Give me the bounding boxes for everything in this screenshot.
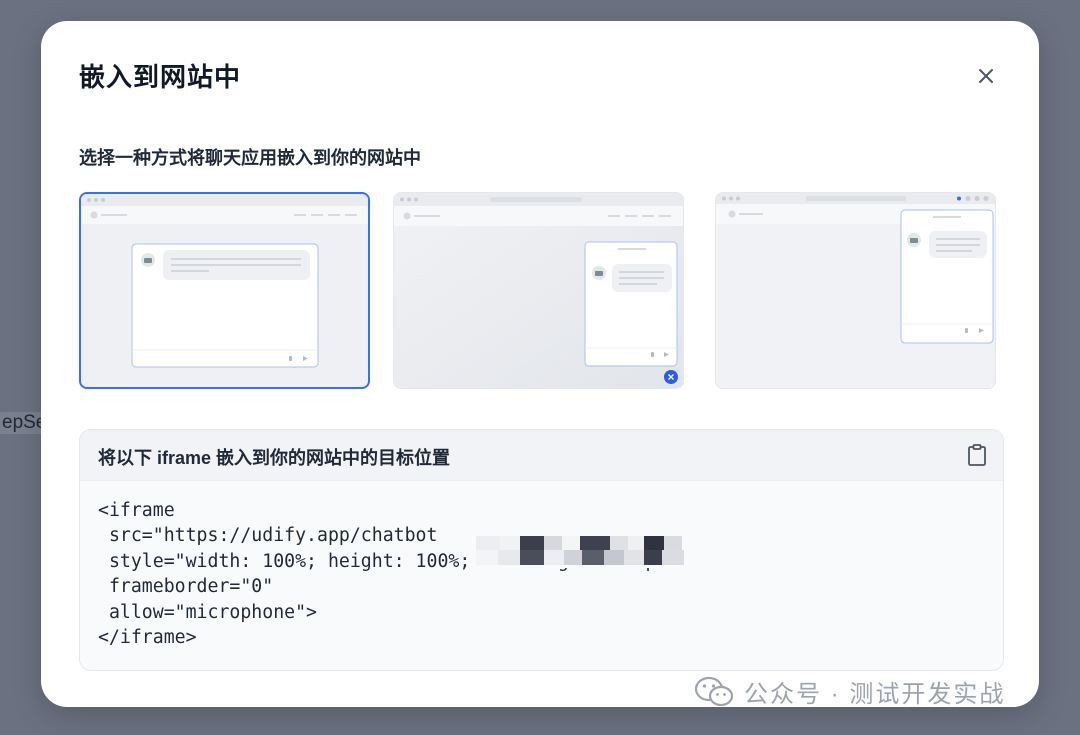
code-card-header: 将以下 iframe 嵌入到你的网站中的目标位置 <box>80 430 1003 481</box>
close-icon <box>979 69 993 83</box>
iframe-code-card: 将以下 iframe 嵌入到你的网站中的目标位置 <iframe src="ht… <box>79 429 1004 671</box>
iframe-code-block[interactable]: <iframe src="https://udify.app/chatbot s… <box>98 498 678 650</box>
iframe-preview-illustration <box>81 194 368 368</box>
code-line: allow="microphone"> <box>98 601 317 623</box>
background-partial-text: epSe <box>0 412 46 434</box>
code-line: frameborder="0" <box>98 576 274 598</box>
embed-option-iframe[interactable] <box>79 192 370 389</box>
embed-dialog: 嵌入到网站中 选择一种方式将聊天应用嵌入到你的网站中 将以下 iframe 嵌入… <box>41 21 1039 707</box>
watermark: 公众号 · 测试开发实战 <box>694 674 1005 709</box>
code-line: </iframe> <box>98 627 197 649</box>
close-button[interactable] <box>971 61 1001 91</box>
bubble-preview-illustration <box>394 193 683 388</box>
clipboard-icon <box>968 444 986 466</box>
wechat-icon <box>694 676 734 706</box>
redaction-mosaic <box>476 534 698 568</box>
dialog-title: 嵌入到网站中 <box>79 62 242 92</box>
code-line: src="https://udify.app/chatbot <box>98 525 438 547</box>
code-card-title: 将以下 iframe 嵌入到你的网站中的目标位置 <box>98 448 451 468</box>
embed-option-extension[interactable] <box>715 192 996 389</box>
code-line: <iframe <box>98 500 175 521</box>
copy-button[interactable] <box>965 443 989 467</box>
extension-preview-illustration <box>716 193 995 388</box>
embed-method-prompt: 选择一种方式将聊天应用嵌入到你的网站中 <box>79 148 421 168</box>
watermark-text: 公众号 · 测试开发实战 <box>744 681 1006 708</box>
embed-option-bubble[interactable] <box>393 192 684 389</box>
